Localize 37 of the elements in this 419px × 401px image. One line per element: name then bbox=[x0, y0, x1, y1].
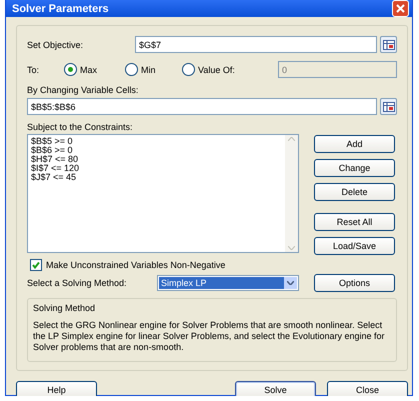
constraint-item[interactable]: $B$5 >= 0 bbox=[31, 137, 282, 146]
solve-button[interactable]: Solve bbox=[235, 381, 316, 396]
chevron-down-icon[interactable] bbox=[284, 277, 297, 289]
constraint-button[interactable]: Add bbox=[314, 135, 395, 153]
close-icon bbox=[396, 4, 405, 13]
radio-option[interactable]: Value Of: bbox=[182, 63, 278, 76]
objective-label: Set Objective: bbox=[27, 40, 84, 50]
checkbox[interactable] bbox=[30, 259, 42, 271]
range-select-button[interactable] bbox=[380, 98, 397, 115]
constraints-list[interactable]: $B$5 >= 0 $B$6 >= 0 $H$7 <= 80 $I$7 <= 120 $J$7 <= 45 bbox=[27, 134, 299, 253]
options-button[interactable]: Options bbox=[314, 274, 395, 292]
help-button[interactable]: Help bbox=[16, 381, 97, 396]
constraint-button[interactable]: Delete bbox=[314, 183, 395, 201]
constraint-button[interactable]: Reset All bbox=[314, 213, 395, 231]
method-dropdown[interactable]: Simplex LP bbox=[157, 275, 299, 291]
variables-label: By Changing Variable Cells: bbox=[27, 85, 138, 95]
info-text: Select the GRG Nonlinear engine for Solver Problems that are smooth nonlinear. Select the LP Simplex engine for linear Solver Problems, and select the Evolutionary engine for Solver problems that are non-smooth. bbox=[33, 320, 386, 353]
constraints-label: Subject to the Constraints: bbox=[27, 122, 133, 132]
checkbox-label: Make Unconstrained Variables Non-Negative bbox=[46, 260, 226, 270]
constraint-item[interactable]: $J$7 <= 45 bbox=[31, 173, 282, 182]
close-button[interactable] bbox=[392, 0, 409, 17]
window-title: Solver Parameters bbox=[12, 2, 109, 14]
objective-field[interactable]: $G$7 bbox=[135, 36, 377, 53]
constraint-item[interactable]: $I$7 <= 120 bbox=[31, 164, 282, 173]
constraint-item[interactable]: $B$6 >= 0 bbox=[31, 146, 282, 155]
to-label: To: bbox=[27, 64, 40, 74]
close-dialog-button[interactable]: Close bbox=[327, 381, 408, 396]
method-label: Select a Solving Method: bbox=[27, 278, 128, 288]
range-select-button[interactable] bbox=[380, 36, 397, 53]
variables-field[interactable]: $B$5:$B$6 bbox=[27, 98, 377, 115]
constraint-button[interactable]: Load/Save bbox=[314, 237, 395, 255]
radio-option[interactable]: Min bbox=[125, 63, 182, 76]
constraint-item[interactable]: $H$7 <= 80 bbox=[31, 155, 282, 164]
constraint-button[interactable]: Change bbox=[314, 159, 395, 177]
radio-option[interactable]: Max bbox=[64, 63, 125, 76]
info-title: Solving Method bbox=[33, 303, 96, 314]
value-of-field[interactable]: 0 bbox=[278, 61, 397, 78]
